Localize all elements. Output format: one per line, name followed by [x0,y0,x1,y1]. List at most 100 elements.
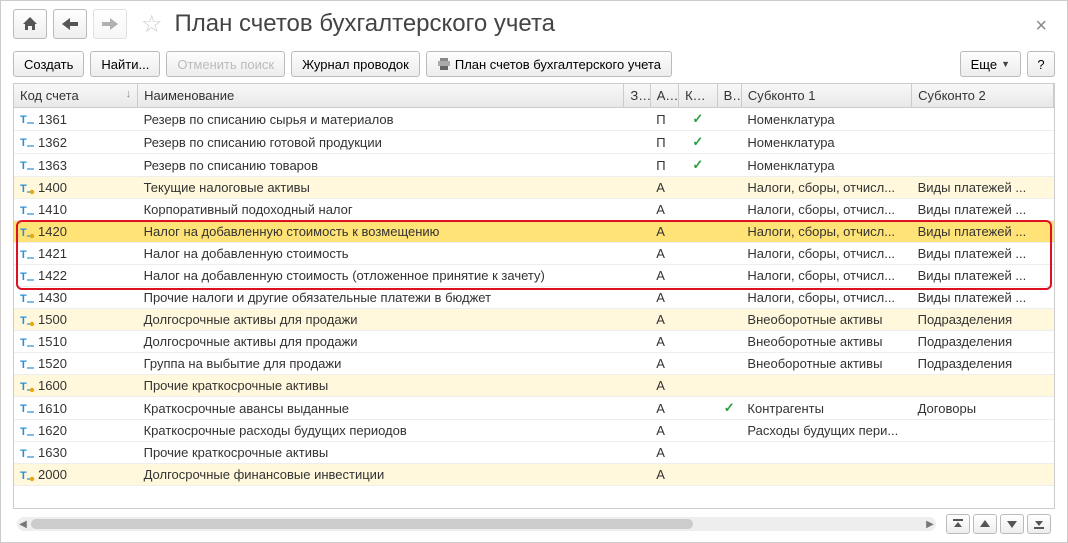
name-cell: Резерв по списанию сырья и материалов [138,108,624,131]
kol-cell [679,331,718,353]
scroll-up-button[interactable] [973,514,997,534]
sub1-cell: Внеоборотные активы [741,353,911,375]
kol-cell [679,199,718,221]
table-row[interactable]: T1421Налог на добавленную стоимостьАНало… [14,243,1054,265]
kol-cell: ✓ [679,154,718,177]
name-cell: Налог на добавленную стоимость к возмеще… [138,221,624,243]
sub2-cell: Виды платежей ... [912,243,1054,265]
v-cell [717,375,741,397]
code-cell: 1400 [38,180,67,195]
more-button[interactable]: Еще▼ [960,51,1021,77]
table-row[interactable]: T1362Резерв по списанию готовой продукци… [14,131,1054,154]
cancel-search-button[interactable]: Отменить поиск [166,51,285,77]
svg-text:T: T [20,470,27,482]
col-z-header[interactable]: З... [624,84,650,108]
account-type-icon: T [20,113,34,125]
v-cell [717,154,741,177]
col-code-header[interactable]: Код счета↓ [14,84,138,108]
v-cell [717,420,741,442]
v-cell [717,287,741,309]
kol-cell [679,375,718,397]
sub2-cell: Виды платежей ... [912,199,1054,221]
table-row[interactable]: T1400Текущие налоговые активыАНалоги, сб… [14,177,1054,199]
arrow-left-icon [62,18,78,30]
svg-text:T: T [20,271,27,283]
sub2-cell [912,108,1054,131]
sub1-cell [741,375,911,397]
name-cell: Прочие краткосрочные активы [138,442,624,464]
table-row[interactable]: T1630Прочие краткосрочные активыА [14,442,1054,464]
table-row[interactable]: T1363Резерв по списанию товаровП✓Номенкл… [14,154,1054,177]
code-cell: 1520 [38,356,67,371]
code-cell: 1600 [38,378,67,393]
sub1-cell: Налоги, сборы, отчисл... [741,265,911,287]
z-cell [624,177,650,199]
scroll-right-icon[interactable]: ▶ [924,519,936,530]
triangle-down-icon [1007,520,1017,528]
v-cell [717,131,741,154]
col-name-header[interactable]: Наименование [138,84,624,108]
check-icon: ✓ [685,157,712,173]
kol-cell [679,287,718,309]
z-cell [624,464,650,486]
table-row[interactable]: T 1420 Налог на добавленную стоимость к во… [14,221,1054,243]
favorite-star-icon[interactable]: ☆ [141,10,163,39]
chevron-down-icon: ▼ [1001,59,1010,69]
sub1-cell: Контрагенты [741,397,911,420]
account-type-icon: T [20,314,34,326]
col-sub1-header[interactable]: Субконто 1 [741,84,911,108]
col-sub2-header[interactable]: Субконто 2 [912,84,1054,108]
table-row[interactable]: T1600Прочие краткосрочные активыА [14,375,1054,397]
table-row[interactable]: T1361Резерв по списанию сырья и материал… [14,108,1054,131]
triangle-up-icon [980,520,990,528]
name-cell: Текущие налоговые активы [138,177,624,199]
table-row[interactable]: T1510Долгосрочные активы для продажиАВне… [14,331,1054,353]
code-cell: 1410 [38,202,67,217]
table-body: T1361Резерв по списанию сырья и материал… [14,108,1054,486]
col-v-header[interactable]: В. [717,84,741,108]
a-cell: А [650,243,678,265]
table-row[interactable]: T1520Группа на выбытие для продажиАВнеоб… [14,353,1054,375]
table-row[interactable]: T1430Прочие налоги и другие обязательные… [14,287,1054,309]
svg-text:T: T [20,227,27,239]
table-row[interactable]: T1500Долгосрочные активы для продажиАВне… [14,309,1054,331]
accounts-table: Код счета↓ Наименование З... А... Кол. В… [14,84,1054,486]
table-row[interactable]: T2000Долгосрочные финансовые инвестицииА [14,464,1054,486]
name-cell: Прочие краткосрочные активы [138,375,624,397]
arrow-right-icon [102,18,118,30]
table-row[interactable]: T1422Налог на добавленную стоимость (отл… [14,265,1054,287]
home-button[interactable] [13,9,47,39]
close-icon[interactable]: × [1035,15,1047,38]
create-button[interactable]: Создать [13,51,84,77]
table-row[interactable]: T1410Корпоративный подоходный налогАНало… [14,199,1054,221]
scroll-bottom-button[interactable] [1027,514,1051,534]
name-cell: Долгосрочные финансовые инвестиции [138,464,624,486]
scroll-top-button[interactable] [946,514,970,534]
code-cell: 1420 [38,224,67,239]
journal-button[interactable]: Журнал проводок [291,51,420,77]
col-kol-header[interactable]: Кол. [679,84,718,108]
a-cell: А [650,199,678,221]
back-button[interactable] [53,9,87,39]
v-cell [717,199,741,221]
col-a-header[interactable]: А... [650,84,678,108]
a-cell: А [650,331,678,353]
code-cell: 1630 [38,445,67,460]
scroll-down-button[interactable] [1000,514,1024,534]
sub2-cell [912,464,1054,486]
find-button[interactable]: Найти... [90,51,160,77]
account-type-icon: T [20,292,34,304]
scroll-left-icon[interactable]: ◀ [17,519,29,530]
kol-cell: ✓ [679,108,718,131]
horizontal-scrollbar[interactable]: ◀ ▶ [17,517,936,531]
account-type-icon: T [20,270,34,282]
table-row[interactable]: T1610Краткосрочные авансы выданныеА✓Конт… [14,397,1054,420]
z-cell [624,221,650,243]
forward-button[interactable] [93,9,127,39]
a-cell: А [650,464,678,486]
scroll-thumb[interactable] [31,519,693,529]
table-row[interactable]: T1620Краткосрочные расходы будущих перио… [14,420,1054,442]
help-button[interactable]: ? [1027,51,1055,77]
print-button[interactable]: План счетов бухгалтерского учета [426,51,672,77]
code-cell: 1610 [38,401,67,416]
